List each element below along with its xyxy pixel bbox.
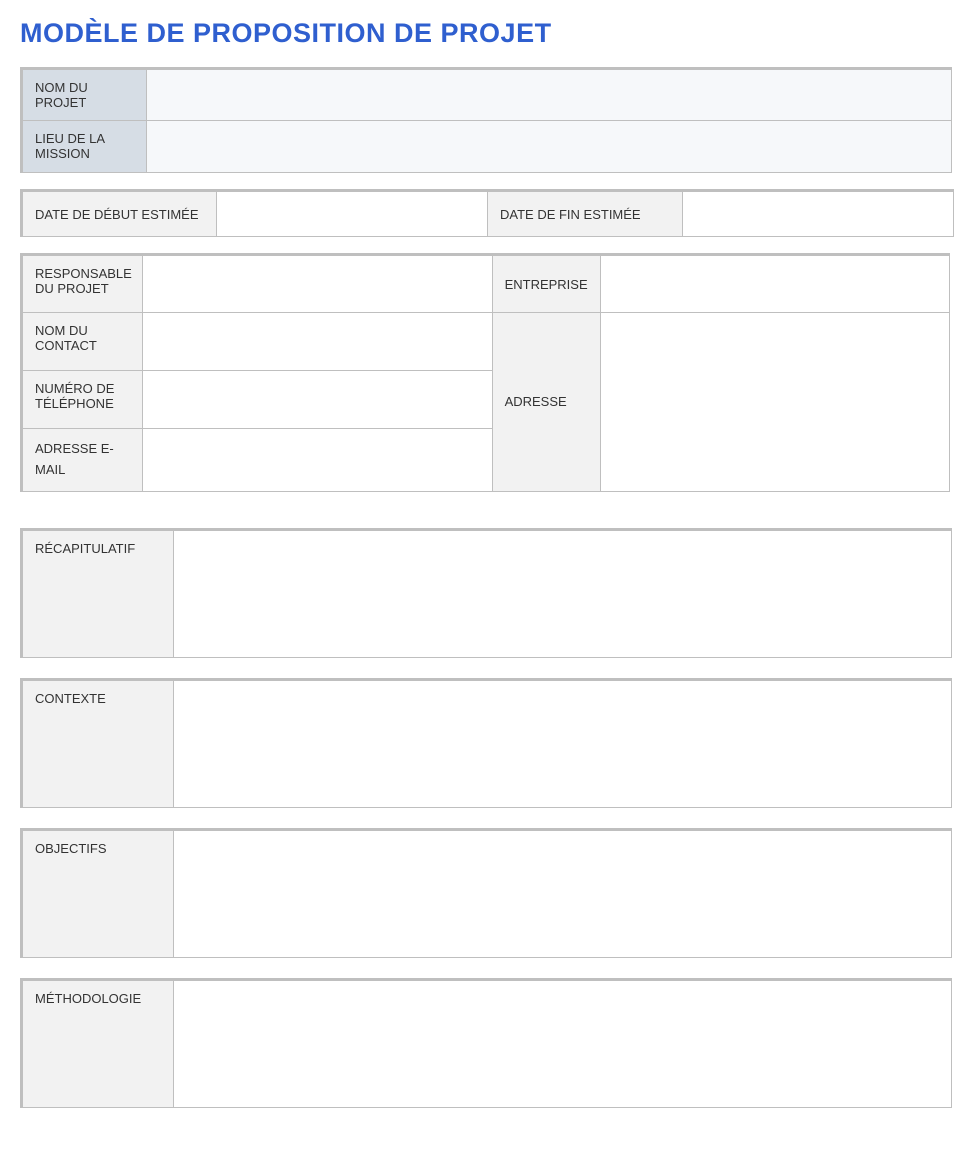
objectives-table: OBJECTIFS — [20, 828, 952, 958]
address-field[interactable] — [600, 313, 949, 492]
mission-location-label: LIEU DE LA MISSION — [22, 121, 147, 173]
objectives-label: OBJECTIFS — [22, 829, 174, 957]
company-field[interactable] — [600, 255, 949, 313]
context-label: CONTEXTE — [22, 679, 174, 807]
end-date-field[interactable] — [683, 191, 954, 237]
manager-field[interactable] — [143, 255, 492, 313]
contact-name-label: NOM DU CONTACT — [22, 313, 143, 371]
project-name-field[interactable] — [147, 69, 952, 121]
start-date-label: DATE DE DÉBUT ESTIMÉE — [22, 191, 217, 237]
project-header-table: NOM DU PROJET LIEU DE LA MISSION — [20, 67, 952, 173]
methodology-table: MÉTHODOLOGIE — [20, 978, 952, 1108]
context-field[interactable] — [174, 679, 952, 807]
mission-location-field[interactable] — [147, 121, 952, 173]
contact-name-field[interactable] — [143, 313, 492, 371]
address-label: ADRESSE — [492, 313, 600, 492]
project-name-label: NOM DU PROJET — [22, 69, 147, 121]
email-field[interactable] — [143, 429, 492, 492]
summary-table: RÉCAPITULATIF — [20, 528, 952, 658]
summary-label: RÉCAPITULATIF — [22, 529, 174, 657]
objectives-field[interactable] — [174, 829, 952, 957]
contact-table: RESPONSABLE DU PROJET ENTREPRISE NOM DU … — [20, 253, 950, 492]
phone-label: NUMÉRO DE TÉLÉPHONE — [22, 371, 143, 429]
context-table: CONTEXTE — [20, 678, 952, 808]
company-label: ENTREPRISE — [492, 255, 600, 313]
email-label: ADRESSE E-MAIL — [22, 429, 143, 492]
summary-field[interactable] — [174, 529, 952, 657]
start-date-field[interactable] — [217, 191, 488, 237]
methodology-field[interactable] — [174, 979, 952, 1107]
page-title: MODÈLE DE PROPOSITION DE PROJET — [20, 18, 950, 49]
end-date-label: DATE DE FIN ESTIMÉE — [488, 191, 683, 237]
dates-table: DATE DE DÉBUT ESTIMÉE DATE DE FIN ESTIMÉ… — [20, 189, 954, 237]
manager-label: RESPONSABLE DU PROJET — [22, 255, 143, 313]
phone-field[interactable] — [143, 371, 492, 429]
methodology-label: MÉTHODOLOGIE — [22, 979, 174, 1107]
